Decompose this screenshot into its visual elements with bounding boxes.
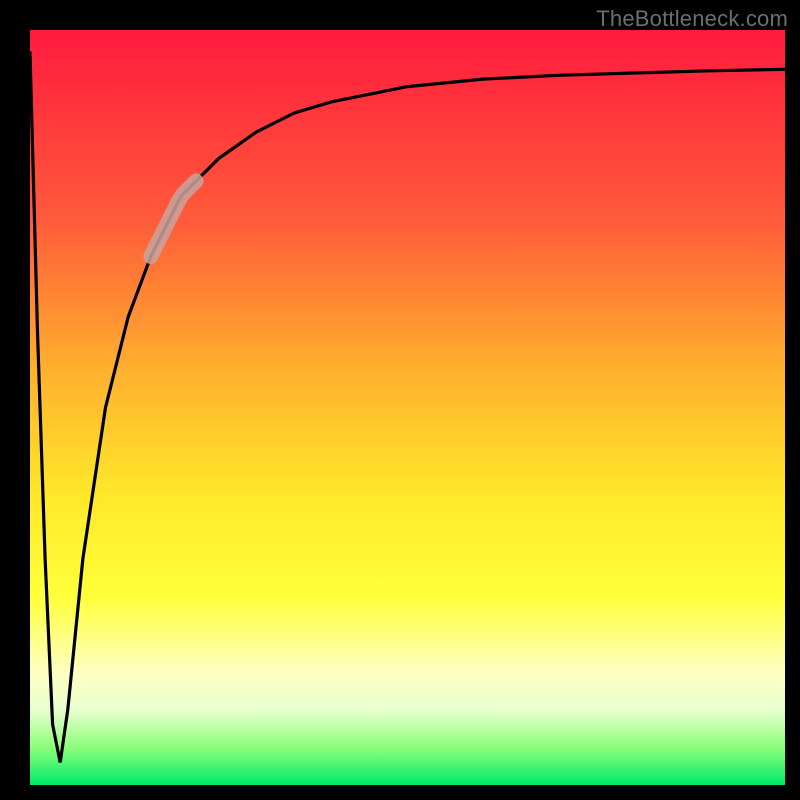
watermark-text: TheBottleneck.com (596, 6, 788, 32)
plot-area (30, 30, 785, 785)
highlight-segment (151, 181, 196, 257)
chart-frame: TheBottleneck.com (0, 0, 800, 800)
curve-svg (30, 30, 785, 785)
curve-group (30, 53, 785, 763)
bottleneck-curve (30, 53, 785, 763)
